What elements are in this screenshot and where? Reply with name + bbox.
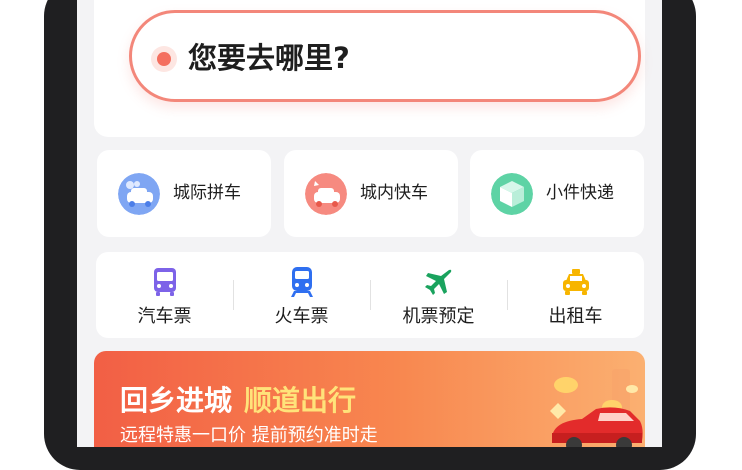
transport-label: 出租车 (548, 306, 603, 327)
destination-search-box[interactable]: 您要去哪里? (129, 10, 641, 102)
location-dot-icon (157, 52, 171, 66)
taxi-icon (562, 269, 589, 295)
service-label: 城际拼车 (173, 183, 241, 203)
service-intercity-carpool[interactable]: 城际拼车 (97, 150, 271, 237)
app-screen: 您要去哪里? 城际拼车 城内快车 小件快递 汽车票 火车票 机票预定 出租车 回… (77, 0, 662, 447)
search-card: 您要去哪里? (94, 0, 645, 137)
bus-icon (153, 268, 176, 296)
promo-banner[interactable]: 回乡进城 顺道出行 远程特惠一口价 提前预约准时走 (94, 351, 645, 447)
package-icon (491, 173, 533, 215)
promo-subtitle: 远程特惠一口价 提前预约准时走 (120, 425, 378, 446)
promo-title-main: 回乡进城 (120, 384, 233, 417)
transport-label: 汽车票 (137, 306, 192, 327)
service-label: 小件快递 (546, 183, 614, 203)
transport-bus-ticket[interactable]: 汽车票 (96, 252, 233, 338)
search-placeholder: 您要去哪里? (188, 41, 350, 75)
express-car-icon (305, 173, 347, 215)
carpool-icon (118, 173, 160, 215)
transport-taxi[interactable]: 出租车 (507, 252, 644, 338)
red-car-illustration (550, 369, 643, 447)
transport-card: 汽车票 火车票 机票预定 出租车 (96, 252, 644, 338)
transport-train-ticket[interactable]: 火车票 (233, 252, 370, 338)
airplane-icon (424, 269, 451, 295)
transport-label: 机票预定 (402, 306, 475, 327)
promo-title: 回乡进城 顺道出行 (120, 381, 356, 421)
service-label: 城内快车 (360, 183, 428, 203)
train-icon (290, 267, 313, 297)
service-city-express[interactable]: 城内快车 (284, 150, 458, 237)
transport-label: 火车票 (274, 306, 329, 327)
service-small-parcel[interactable]: 小件快递 (470, 150, 644, 237)
transport-flight-booking[interactable]: 机票预定 (370, 252, 507, 338)
promo-title-accent: 顺道出行 (244, 384, 357, 417)
